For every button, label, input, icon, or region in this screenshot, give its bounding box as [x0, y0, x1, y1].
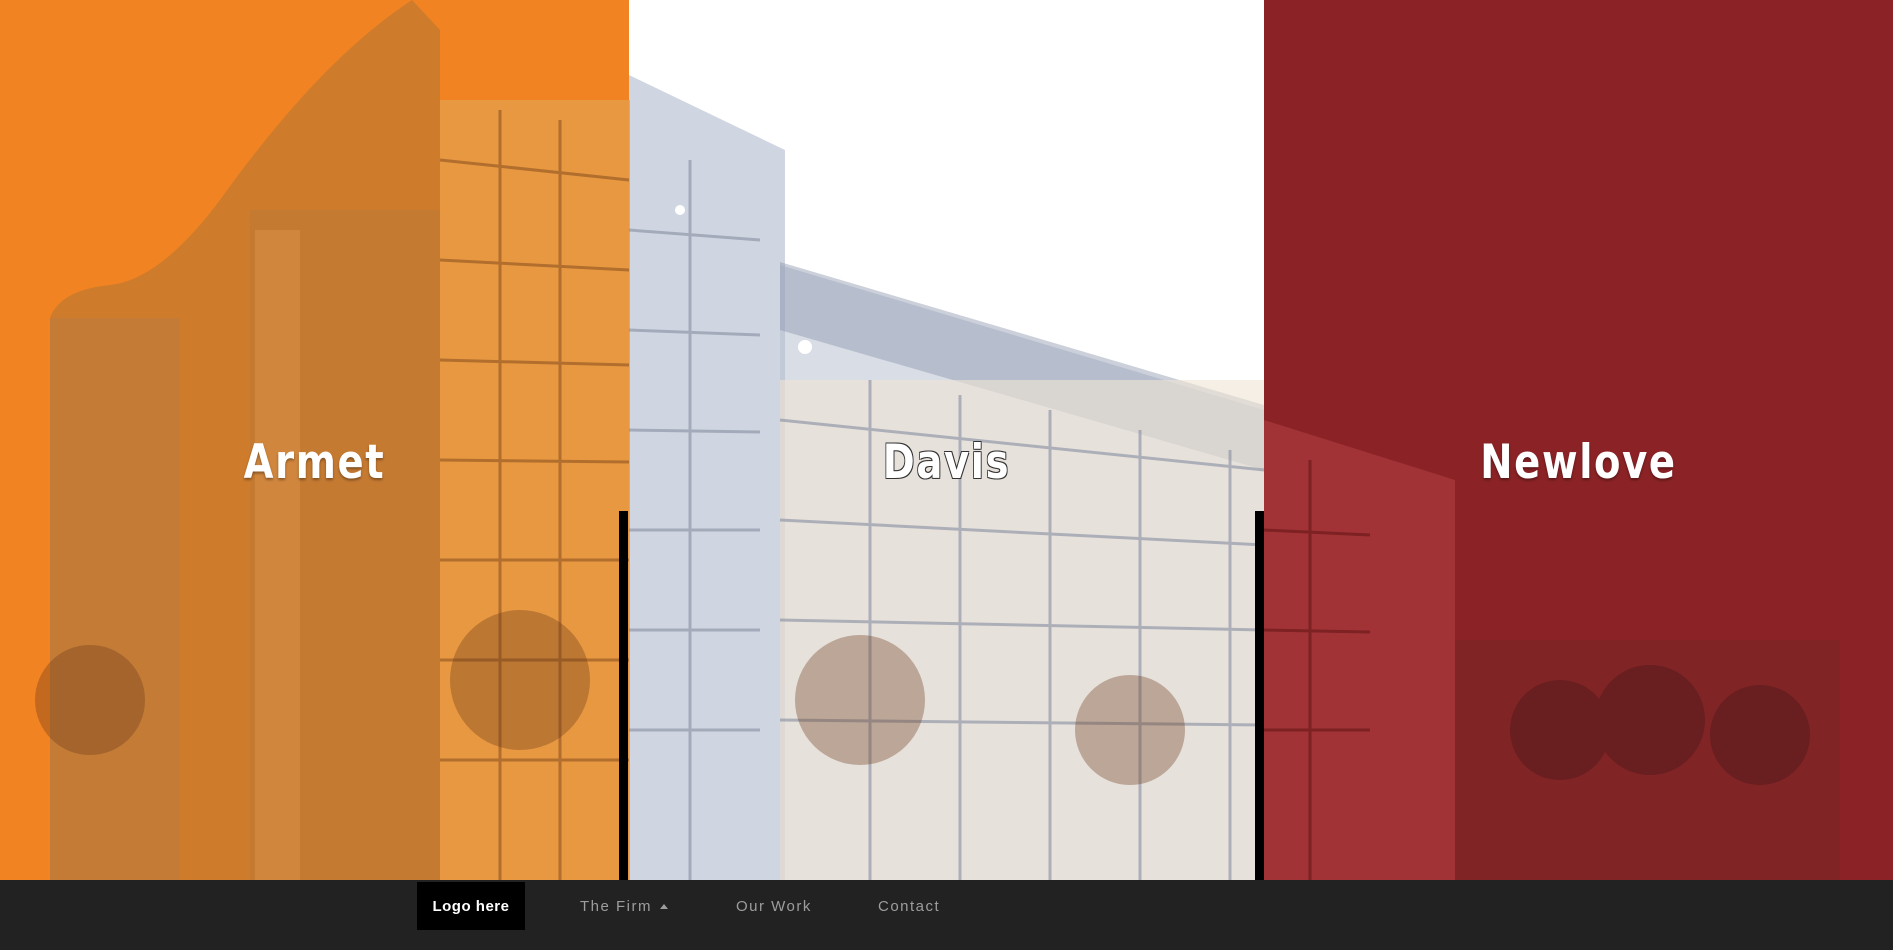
panel-title-newlove[interactable]: Newlove [1321, 435, 1837, 490]
hero-section: Armet Davis Newlove [0, 0, 1893, 880]
panel-davis[interactable]: Davis [629, 0, 1264, 880]
panel-title-davis[interactable]: Davis [686, 435, 1207, 490]
panel-divider [619, 511, 628, 880]
logo-link[interactable]: Logo here [417, 882, 525, 930]
panel-divider [1255, 511, 1264, 880]
panel-armet[interactable]: Armet [0, 0, 629, 880]
nav-item-our-work[interactable]: Our Work [736, 898, 812, 915]
nav-item-label: The Firm [580, 898, 652, 915]
nav-item-label: Our Work [736, 898, 812, 915]
nav-item-the-firm[interactable]: The Firm [580, 898, 668, 915]
nav-item-label: Contact [878, 898, 941, 915]
caret-up-icon [660, 904, 668, 909]
nav-item-contact[interactable]: Contact [878, 898, 940, 915]
navbar: Logo here The Firm Our Work Contact [0, 880, 1893, 950]
panel-newlove[interactable]: Newlove [1264, 0, 1893, 880]
panel-title-armet[interactable]: Armet [57, 435, 573, 490]
